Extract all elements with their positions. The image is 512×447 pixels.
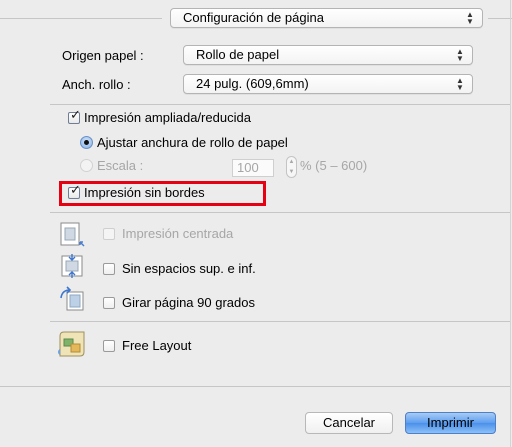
checkmark-icon: ✓ bbox=[70, 182, 81, 197]
free-layout-icon bbox=[58, 331, 85, 357]
roll-width-label: Anch. rollo : bbox=[62, 77, 131, 92]
free-layout-label[interactable]: Free Layout bbox=[122, 338, 191, 353]
enlarged-reduced-label[interactable]: Impresión ampliada/reducida bbox=[84, 110, 251, 125]
scale-range-label: % (5 – 600) bbox=[300, 158, 368, 173]
paper-source-value: Rollo de papel bbox=[196, 47, 280, 62]
right-edge bbox=[510, 0, 511, 447]
section-separator-2 bbox=[50, 212, 510, 213]
no-space-label[interactable]: Sin espacios sup. e inf. bbox=[122, 261, 256, 276]
print-button[interactable]: Imprimir bbox=[405, 412, 496, 434]
scale-radio[interactable] bbox=[80, 159, 93, 172]
enlarged-reduced-checkbox[interactable]: ✓ bbox=[68, 108, 81, 124]
borderless-checkbox[interactable]: ✓ bbox=[68, 183, 81, 199]
rotate-page-icon bbox=[60, 286, 84, 311]
paper-source-popup[interactable]: Rollo de papel ▲ ▼ bbox=[183, 45, 473, 65]
cancel-button[interactable]: Cancelar bbox=[305, 412, 393, 434]
fit-roll-width-radio[interactable] bbox=[80, 136, 93, 149]
radio-dot-icon bbox=[84, 140, 89, 145]
popup-arrows-icon: ▲ ▼ bbox=[456, 47, 464, 63]
scale-input[interactable]: 100 bbox=[232, 159, 274, 177]
fit-roll-width-label[interactable]: Ajustar anchura de rollo de papel bbox=[97, 135, 288, 150]
section-separator-1 bbox=[50, 104, 510, 105]
print-centered-icon bbox=[60, 222, 85, 247]
bottom-separator bbox=[0, 386, 510, 387]
scale-stepper[interactable]: ▲ ▼ bbox=[286, 156, 297, 178]
rotate-90-checkbox[interactable] bbox=[103, 297, 115, 309]
section-separator-3 bbox=[50, 321, 510, 322]
free-layout-checkbox[interactable] bbox=[103, 340, 115, 352]
preset-popup[interactable]: Configuración de página ▲ ▼ bbox=[170, 8, 483, 28]
print-centered-checkbox[interactable] bbox=[103, 228, 115, 240]
roll-width-popup[interactable]: 24 pulg. (609,6mm) ▲ ▼ bbox=[183, 74, 473, 94]
popup-arrows-icon: ▲ ▼ bbox=[456, 76, 464, 92]
popup-arrows-icon: ▲ ▼ bbox=[466, 10, 474, 26]
top-separator-right bbox=[488, 18, 512, 19]
rotate-90-label[interactable]: Girar página 90 grados bbox=[122, 295, 255, 310]
roll-width-value: 24 pulg. (609,6mm) bbox=[196, 76, 309, 91]
no-space-icon bbox=[61, 254, 83, 278]
print-centered-label: Impresión centrada bbox=[122, 226, 234, 241]
top-separator-left bbox=[0, 18, 162, 19]
scale-label: Escala : bbox=[97, 158, 144, 173]
preset-popup-value: Configuración de página bbox=[183, 10, 324, 25]
paper-source-label: Origen papel : bbox=[62, 48, 144, 63]
borderless-label[interactable]: Impresión sin bordes bbox=[84, 185, 205, 200]
checkmark-icon: ✓ bbox=[70, 107, 81, 122]
no-space-checkbox[interactable] bbox=[103, 263, 115, 275]
